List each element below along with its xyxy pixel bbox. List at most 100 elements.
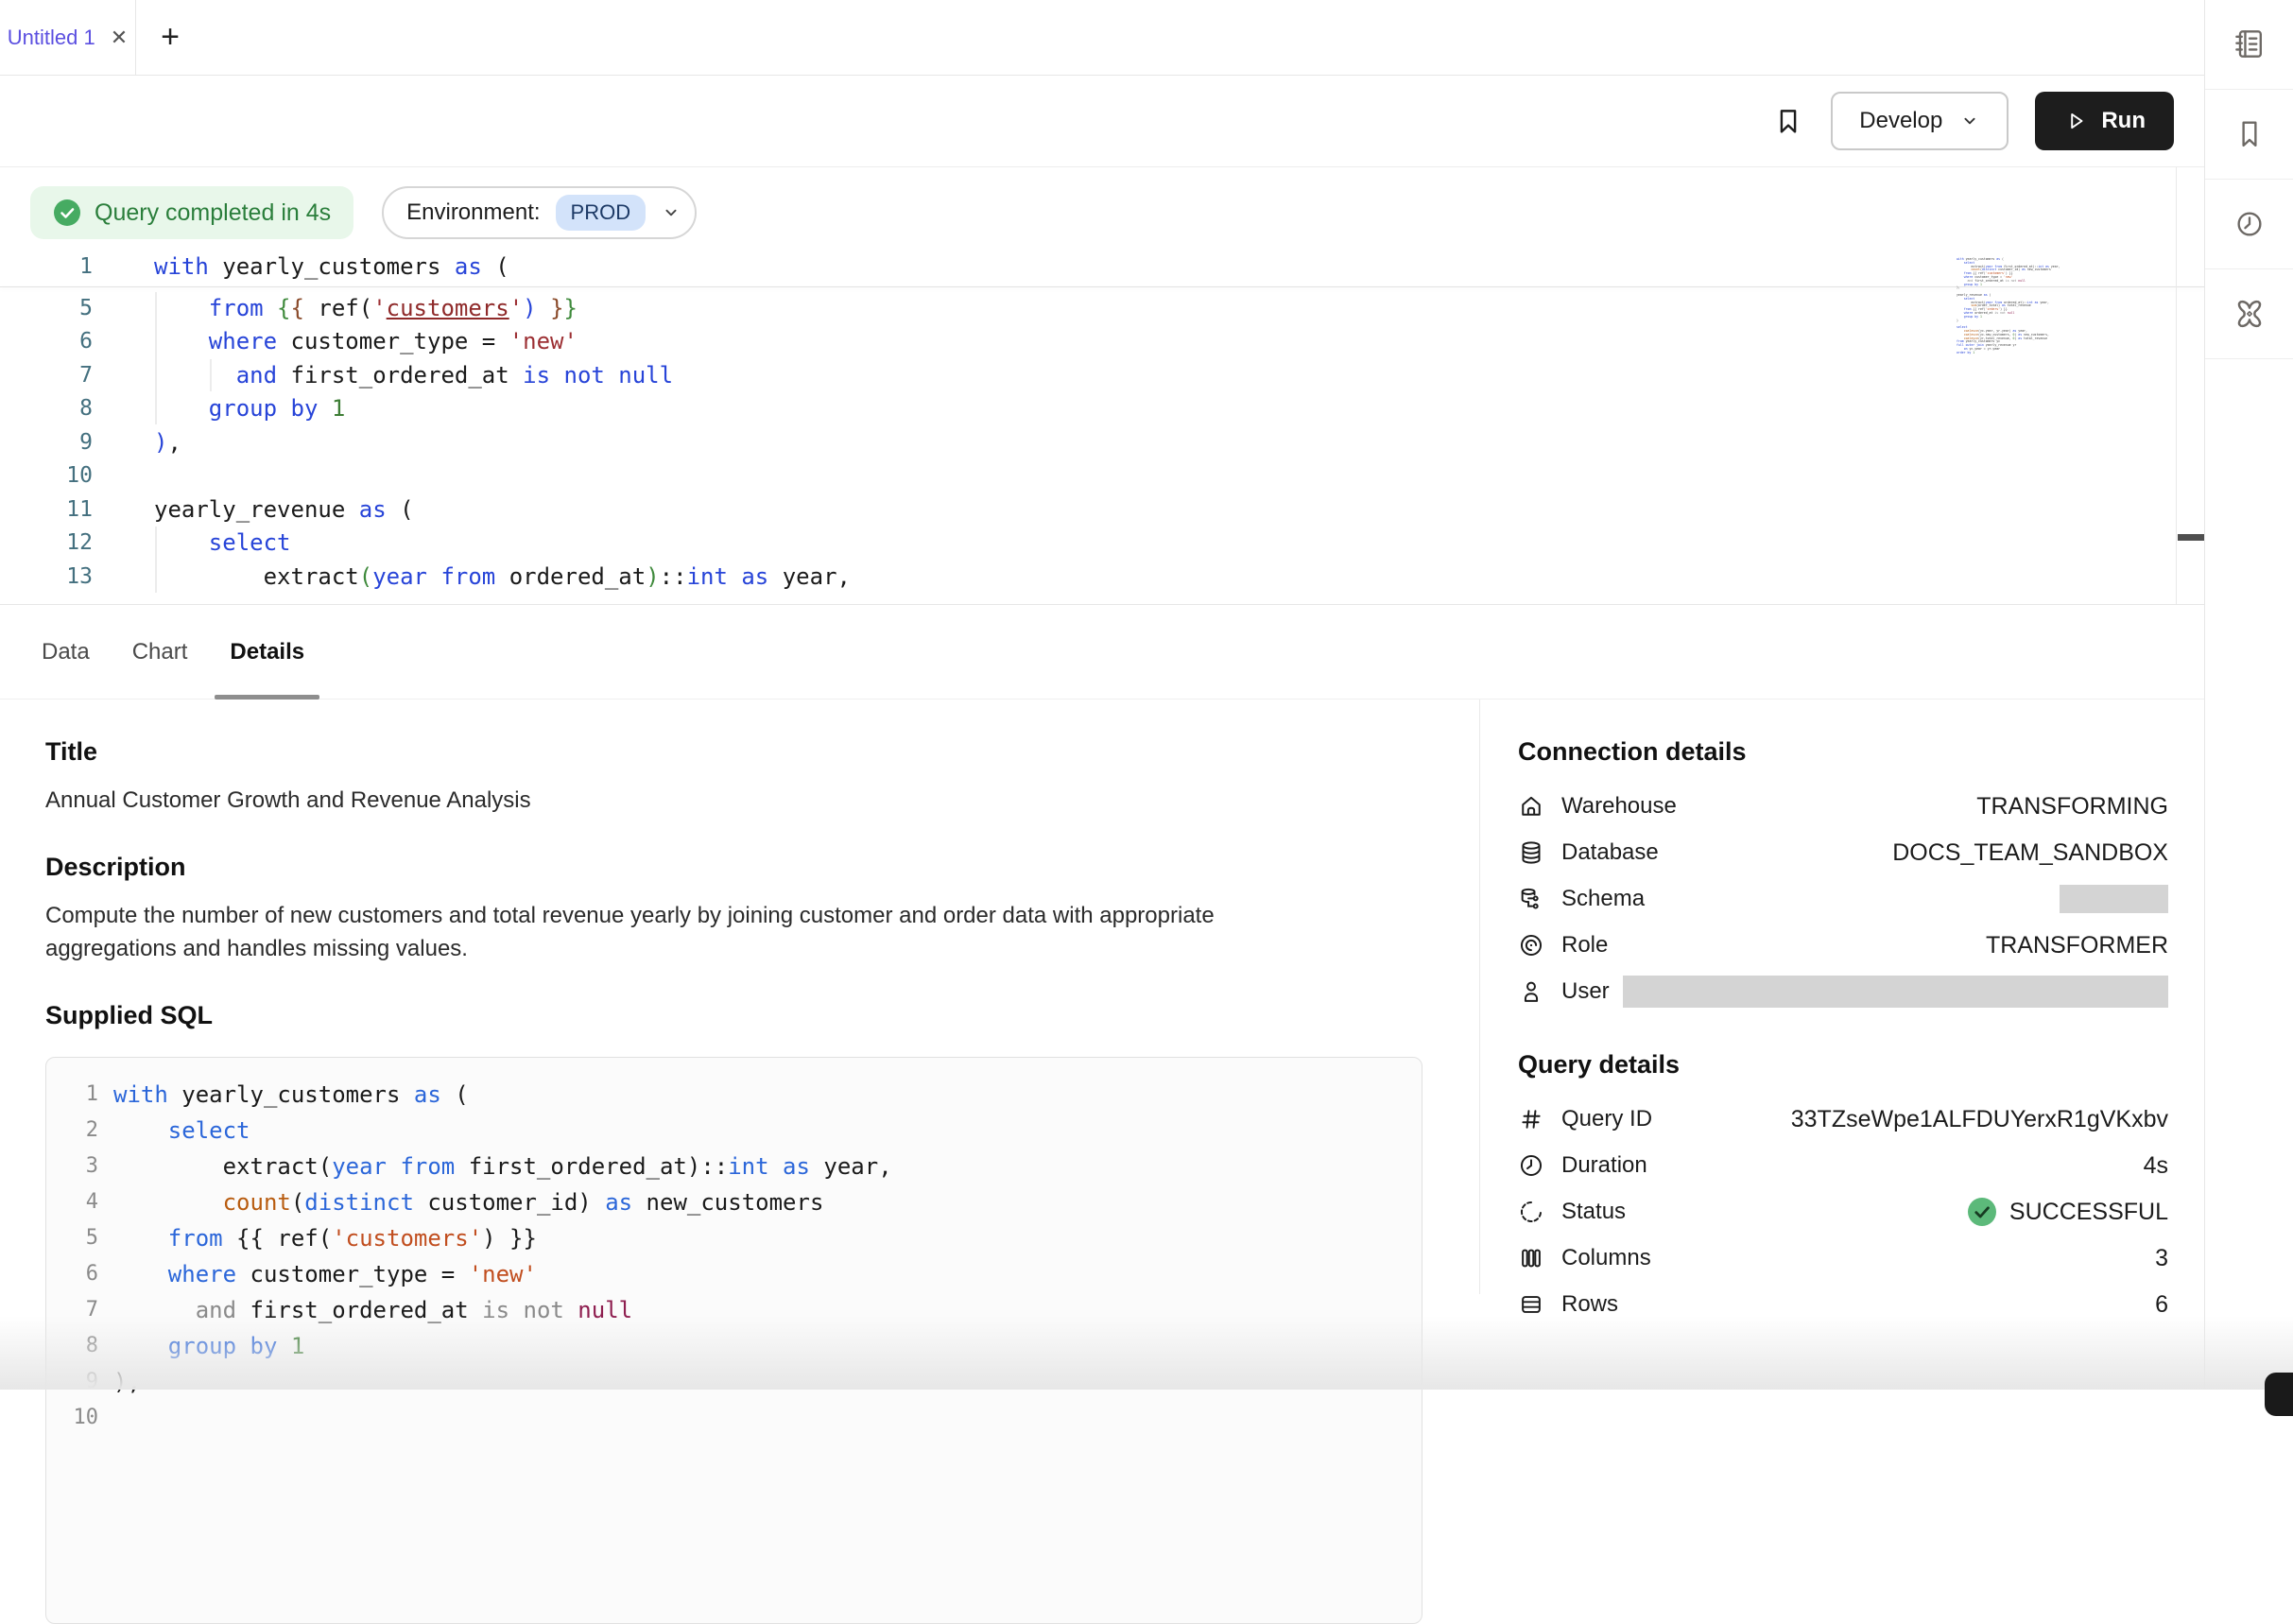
code-line[interactable]: 9), [46, 1364, 1422, 1400]
code-text: from {{ ref('customers') }} [154, 292, 578, 326]
bookmark-button[interactable] [1772, 105, 1804, 137]
sidebar-button-history[interactable] [2205, 180, 2293, 269]
code-text: group by 1 [113, 1328, 304, 1364]
code-text: extract(year from ordered_at)::int as ye… [154, 561, 851, 595]
query-row-duration: Duration4s [1518, 1145, 2168, 1186]
supplied-sql-code-block: 1with yearly_customers as (2 select3 ext… [45, 1057, 1422, 1624]
new-tab-button[interactable]: + [136, 0, 204, 75]
line-number: 6 [0, 325, 93, 359]
code-line[interactable]: 1with yearly_customers as ( [46, 1077, 1422, 1113]
row-label: Database [1561, 839, 1659, 866]
code-line[interactable]: 6 where customer_type = 'new' [46, 1256, 1422, 1292]
row-label: Warehouse [1561, 793, 1677, 820]
row-value: 4s [2144, 1152, 2168, 1180]
title-heading: Title [45, 737, 1422, 767]
history-icon [2231, 205, 2268, 243]
code-line[interactable]: 7 and first_ordered_at is not null [0, 359, 2204, 393]
code-line[interactable]: 9), [0, 426, 2204, 460]
line-number: 3 [46, 1149, 98, 1184]
code-line[interactable]: 7 and first_ordered_at is not null [46, 1292, 1422, 1328]
toolbar: Develop Run [0, 76, 2204, 167]
code-line[interactable]: 10 [46, 1400, 1422, 1436]
line-number: 11 [0, 493, 93, 527]
code-line[interactable]: 2 select [46, 1113, 1422, 1149]
line-number: 8 [46, 1328, 98, 1364]
code-line[interactable]: 1with yearly_customers as ( [0, 251, 2204, 285]
line-number: 13 [0, 561, 93, 595]
sidebar-button-dbt[interactable] [2205, 269, 2293, 359]
code-text: and first_ordered_at is not null [154, 359, 673, 393]
details-left-column: Title Annual Customer Growth and Revenue… [0, 700, 1479, 1294]
query-row-columns: Columns3 [1518, 1237, 2168, 1279]
tab-untitled-1[interactable]: Untitled 1 ✕ [0, 0, 136, 75]
chevron-down-icon [1959, 111, 1980, 131]
query-row-status: StatusSUCCESSFUL [1518, 1191, 2168, 1233]
tab-data[interactable]: Data [26, 605, 105, 699]
tab-bar: Untitled 1 ✕ + [0, 0, 2204, 76]
environment-label: Environment: [406, 199, 540, 226]
editor-scrollbar-track[interactable] [2176, 167, 2204, 604]
editor-minimap[interactable]: with yearly_customers as ( select extrac… [1957, 258, 2062, 355]
line-number: 7 [0, 359, 93, 393]
code-line[interactable]: 6 where customer_type = 'new' [0, 325, 2204, 359]
row-value: 3 [2155, 1245, 2168, 1272]
close-icon[interactable]: ✕ [111, 27, 128, 48]
tab-details[interactable]: Details [215, 605, 319, 699]
clock-icon [1518, 1151, 1546, 1180]
columns-icon [1518, 1244, 1546, 1272]
code-text: select [113, 1113, 250, 1149]
row-value: DOCS_TEAM_SANDBOX [1892, 839, 2168, 867]
code-line[interactable]: 10 [0, 459, 2204, 493]
query-status-badge: Query completed in 4s [30, 186, 353, 239]
code-line[interactable]: 11yearly_revenue as ( [0, 493, 2204, 527]
line-number: 5 [46, 1220, 98, 1256]
code-editor[interactable]: 1with yearly_customers as ( 5 from {{ ref… [0, 251, 2204, 594]
connection-row-schema: Schema [1518, 878, 2168, 920]
role-icon [1518, 931, 1546, 959]
sidebar-button-notebook[interactable] [2205, 0, 2293, 90]
bookmark-icon [2231, 115, 2268, 153]
tab-chart[interactable]: Chart [117, 605, 203, 699]
line-number: 8 [0, 392, 93, 426]
row-label: Role [1561, 932, 1608, 959]
editor-region: Query completed in 4s Environment: PROD … [0, 167, 2204, 605]
code-line[interactable]: 12 select [0, 527, 2204, 561]
line-number: 10 [0, 459, 93, 493]
code-line[interactable]: 5 from {{ ref('customers') }} [0, 292, 2204, 326]
chevron-down-icon [661, 202, 681, 223]
line-number: 2 [46, 1113, 98, 1149]
corner-floating-button[interactable] [2265, 1373, 2293, 1416]
line-number: 12 [0, 527, 93, 561]
warehouse-icon [1518, 792, 1546, 821]
details-right-column: Connection details WarehouseTRANSFORMING… [1479, 700, 2204, 1294]
run-button[interactable]: Run [2035, 92, 2174, 150]
redacted-value [1623, 976, 2168, 1008]
code-line[interactable]: 3 extract(year from first_ordered_at)::i… [46, 1149, 1422, 1184]
run-label: Run [2101, 108, 2146, 134]
code-text: extract(year from first_ordered_at)::int… [113, 1149, 892, 1184]
code-line[interactable]: 13 extract(year from ordered_at)::int as… [0, 561, 2204, 595]
database-icon [1518, 838, 1546, 867]
code-line[interactable]: 5 from {{ ref('customers') }} [46, 1220, 1422, 1256]
indent-guide [155, 527, 157, 593]
code-text: with yearly_customers as ( [113, 1077, 469, 1113]
row-label: Query ID [1561, 1106, 1652, 1132]
environment-selector[interactable]: Environment: PROD [382, 186, 697, 239]
code-line[interactable]: 4 count(distinct customer_id) as new_cus… [46, 1184, 1422, 1220]
details-panel: Title Annual Customer Growth and Revenue… [0, 700, 2204, 1294]
code-text: select [154, 527, 291, 561]
line-number: 4 [46, 1184, 98, 1220]
code-line[interactable]: 8 group by 1 [46, 1328, 1422, 1364]
sidebar-button-bookmark[interactable] [2205, 90, 2293, 180]
supplied-sql-heading: Supplied SQL [45, 1001, 1422, 1030]
rows-icon [1518, 1290, 1546, 1319]
line-number: 9 [46, 1364, 98, 1400]
code-line[interactable]: 8 group by 1 [0, 392, 2204, 426]
scrollbar-thumb[interactable] [2178, 534, 2204, 541]
connection-row-database: Database DOCS_TEAM_SANDBOX [1518, 832, 2168, 873]
success-check-icon [1966, 1196, 1998, 1228]
line-number: 6 [46, 1256, 98, 1292]
line-number: 7 [46, 1292, 98, 1328]
right-icon-sidebar [2204, 0, 2293, 1390]
develop-dropdown[interactable]: Develop [1831, 92, 2009, 150]
